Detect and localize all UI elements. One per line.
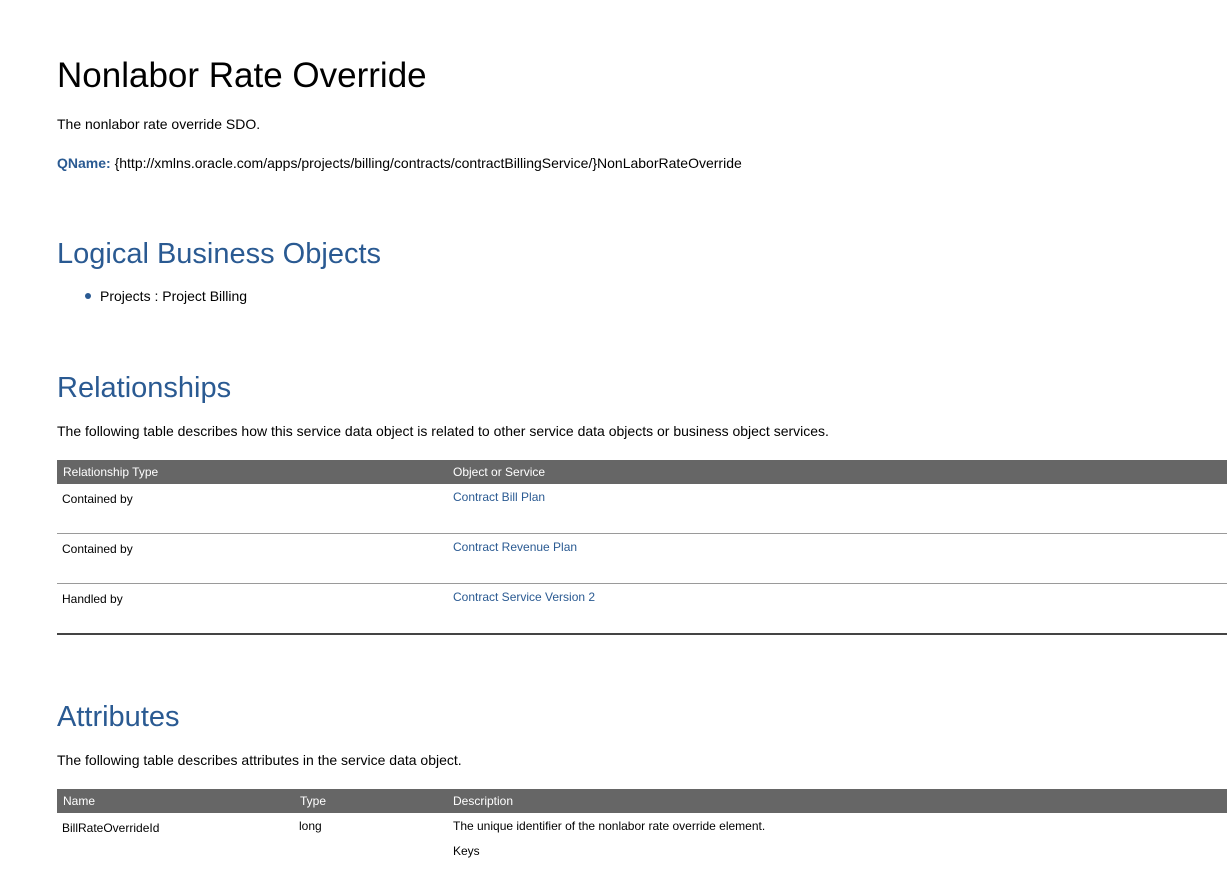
table-row: Contained by Contract Revenue Plan: [57, 534, 1227, 584]
attributes-intro: The following table describes attributes…: [57, 752, 462, 768]
logical-business-objects-heading: Logical Business Objects: [57, 238, 381, 270]
attribute-description-cell: The unique identifier of the nonlabor ra…: [453, 819, 766, 833]
page-description: The nonlabor rate override SDO.: [57, 116, 261, 132]
logical-business-objects-list: Projects : Project Billing: [83, 287, 247, 305]
table-row: Contained by Contract Bill Plan: [57, 484, 1227, 534]
attribute-keys-label: Keys: [453, 844, 480, 858]
attribute-type-cell: long: [299, 819, 322, 833]
relationships-heading: Relationships: [57, 372, 232, 404]
column-header-relationship-type: Relationship Type: [63, 465, 159, 479]
attribute-name-cell: BillRateOverrideId: [62, 821, 160, 835]
relationship-type-cell: Handled by: [62, 592, 123, 606]
attributes-table: Name Type Description BillRateOverrideId…: [57, 789, 1227, 873]
attributes-heading: Attributes: [57, 701, 180, 733]
relationship-type-cell: Contained by: [62, 492, 133, 506]
object-link[interactable]: Contract Bill Plan: [453, 490, 545, 504]
qname-label: QName:: [57, 155, 111, 171]
relationships-table: Relationship Type Object or Service Cont…: [57, 460, 1227, 635]
object-link[interactable]: Contract Revenue Plan: [453, 540, 577, 554]
column-header-object-or-service: Object or Service: [453, 465, 546, 479]
relationships-intro: The following table describes how this s…: [57, 423, 829, 439]
qname-value: {http://xmlns.oracle.com/apps/projects/b…: [114, 155, 742, 171]
table-row: Handled by Contract Service Version 2: [57, 584, 1227, 635]
column-header-description: Description: [453, 794, 514, 808]
table-header: Relationship Type Object or Service: [57, 460, 1227, 484]
column-header-name: Name: [63, 794, 96, 808]
column-header-type: Type: [300, 794, 327, 808]
qname-line: QName: {http://xmlns.oracle.com/apps/pro…: [57, 155, 742, 171]
object-link[interactable]: Contract Service Version 2: [453, 590, 595, 604]
relationship-type-cell: Contained by: [62, 542, 133, 556]
table-header: Name Type Description: [57, 789, 1227, 813]
page-title: Nonlabor Rate Override: [57, 56, 427, 95]
table-row: BillRateOverrideId long The unique ident…: [57, 813, 1227, 873]
list-item: Projects : Project Billing: [83, 287, 247, 305]
